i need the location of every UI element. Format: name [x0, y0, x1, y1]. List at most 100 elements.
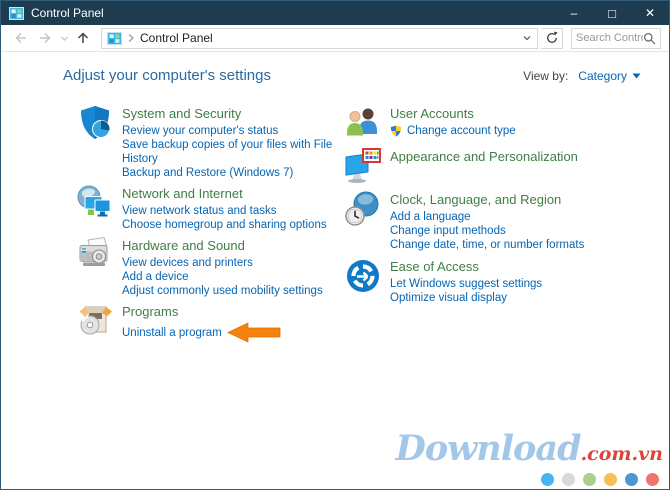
watermark-dot	[646, 473, 659, 486]
category-links: View devices and printers Add a device Adj…	[122, 256, 323, 298]
window-controls: – □ ✕	[555, 1, 669, 25]
control-panel-icon	[107, 31, 122, 45]
category-ease-of-access: Ease of Access Let Windows suggest setti…	[344, 257, 641, 305]
category-title-link[interactable]: Programs	[122, 303, 178, 320]
task-link[interactable]: Add a language	[390, 210, 471, 224]
appearance-personalization-icon	[345, 148, 381, 183]
task-link-row: Change input methods	[390, 224, 584, 238]
watermark-dot	[625, 473, 638, 486]
search-icon[interactable]	[643, 32, 656, 45]
category-title-link[interactable]: Ease of Access	[390, 258, 479, 275]
task-link-row: Review your computer's status	[122, 124, 344, 138]
control-panel-window: Control Panel – □ ✕ Control Panel Search…	[0, 0, 670, 490]
uac-shield-icon	[390, 125, 402, 137]
category-links: Let Windows suggest settings Optimize vis…	[390, 277, 542, 305]
search-box	[571, 27, 661, 49]
category-links: Add a language Change input methods Change…	[390, 210, 584, 252]
task-link[interactable]: Uninstall a program	[122, 326, 222, 340]
up-button[interactable]	[71, 27, 95, 49]
task-link-row: Add a device	[122, 270, 323, 284]
refresh-button[interactable]	[541, 27, 563, 49]
content-header: Adjust your computer's settings View by:…	[63, 67, 641, 84]
left-column: System and Security Review your computer…	[76, 104, 344, 347]
clock-language-region-icon	[345, 191, 379, 226]
address-dropdown-icon	[523, 36, 531, 41]
page-title: Adjust your computer's settings	[63, 67, 271, 84]
up-icon	[77, 32, 89, 43]
recent-locations-button[interactable]	[57, 27, 71, 49]
watermark-dots	[541, 473, 659, 486]
recent-locations-icon	[60, 36, 68, 41]
task-link-row: Backup and Restore (Windows 7)	[122, 166, 344, 180]
category-title-link[interactable]: Appearance and Personalization	[390, 148, 578, 165]
category-icon	[344, 257, 382, 295]
category-icon	[76, 236, 114, 274]
task-link[interactable]: Save backup copies of your files with Fi…	[122, 138, 344, 166]
category-grid: System and Security Review your computer…	[63, 104, 641, 347]
window-title: Control Panel	[31, 6, 104, 20]
task-link-row: Uninstall a program	[122, 322, 281, 343]
watermark-dot	[562, 473, 575, 486]
task-link[interactable]: Review your computer's status	[122, 124, 278, 138]
programs-icon	[79, 306, 112, 335]
task-link[interactable]: View network status and tasks	[122, 204, 276, 218]
category-icon	[344, 190, 382, 228]
task-link[interactable]: Let Windows suggest settings	[390, 277, 542, 291]
task-link[interactable]: Change account type	[407, 124, 516, 138]
search-input[interactable]	[576, 32, 643, 44]
task-link[interactable]: Adjust commonly used mobility settings	[122, 284, 323, 298]
category-programs: Programs Uninstall a program	[76, 302, 344, 343]
back-button[interactable]	[9, 27, 33, 49]
category-clock-language-region: Clock, Language, and Region Add a langua…	[344, 190, 641, 252]
system-security-icon	[81, 106, 110, 139]
task-link[interactable]: Choose homegroup and sharing options	[122, 218, 327, 232]
watermark-dot	[604, 473, 617, 486]
category-user-accounts: User Accounts Change account type	[344, 104, 641, 142]
category-hardware-sound: Hardware and Sound View devices and prin…	[76, 236, 344, 298]
address-bar[interactable]: Control Panel	[101, 27, 538, 49]
watermark: Download.com.vn	[395, 428, 663, 469]
highlight-arrow-icon	[226, 322, 281, 343]
task-link[interactable]: Change date, time, or number formats	[390, 238, 584, 252]
category-title-link[interactable]: Network and Internet	[122, 185, 243, 202]
task-link[interactable]: View devices and printers	[122, 256, 253, 270]
task-link-row: View devices and printers	[122, 256, 323, 270]
minimize-button[interactable]: –	[555, 1, 593, 25]
task-link-row: Let Windows suggest settings	[390, 277, 542, 291]
category-title-link[interactable]: User Accounts	[390, 105, 474, 122]
watermark-dot	[583, 473, 596, 486]
right-column: User Accounts Change account type Appear…	[344, 104, 641, 347]
category-title-link[interactable]: Clock, Language, and Region	[390, 191, 561, 208]
task-link-row: View network status and tasks	[122, 204, 327, 218]
task-link-row: Optimize visual display	[390, 291, 542, 305]
maximize-button[interactable]: □	[593, 1, 631, 25]
category-title-link[interactable]: Hardware and Sound	[122, 237, 245, 254]
watermark-dot	[541, 473, 554, 486]
task-link-row: Adjust commonly used mobility settings	[122, 284, 323, 298]
titlebar: Control Panel – □ ✕	[1, 1, 669, 25]
category-network-internet: Network and Internet View network status…	[76, 184, 344, 232]
address-dropdown-button[interactable]	[522, 33, 532, 43]
breadcrumb: Control Panel	[140, 31, 213, 45]
close-button[interactable]: ✕	[631, 1, 669, 25]
category-icon	[76, 104, 114, 142]
navigation-bar: Control Panel	[1, 25, 669, 52]
task-link-row: Change date, time, or number formats	[390, 238, 584, 252]
task-link-row: Add a language	[390, 210, 584, 224]
category-links: Review your computer's status Save backup…	[122, 124, 344, 180]
category-links: Uninstall a program	[122, 322, 281, 343]
task-link-row: Change account type	[390, 124, 516, 138]
breadcrumb-chevron-icon	[128, 34, 134, 42]
view-by-dropdown[interactable]: Category	[578, 69, 641, 83]
task-link[interactable]: Change input methods	[390, 224, 506, 238]
task-link[interactable]: Optimize visual display	[390, 291, 507, 305]
task-link[interactable]: Add a device	[122, 270, 189, 284]
control-panel-app-icon	[9, 6, 24, 21]
task-link[interactable]: Backup and Restore (Windows 7)	[122, 166, 293, 180]
view-by: View by: Category	[523, 69, 641, 83]
watermark-suffix: .com.vn	[580, 443, 663, 465]
forward-button[interactable]	[33, 27, 57, 49]
category-title-link[interactable]: System and Security	[122, 105, 241, 122]
category-links: View network status and tasks Choose home…	[122, 204, 327, 232]
hardware-sound-icon	[79, 236, 108, 266]
